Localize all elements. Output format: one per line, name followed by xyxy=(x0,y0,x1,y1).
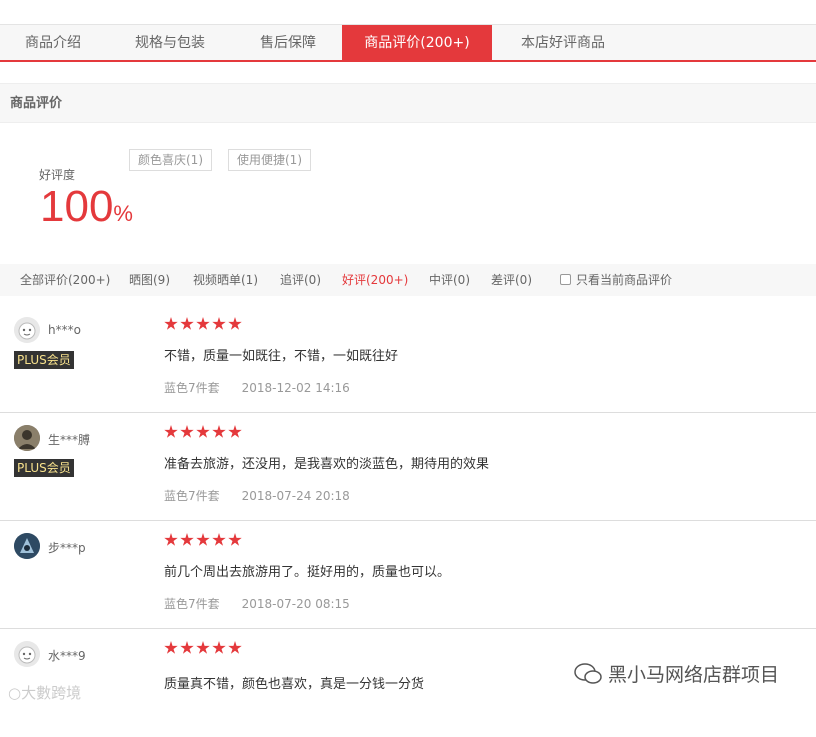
wechat-icon xyxy=(574,662,602,684)
star-icon xyxy=(228,533,242,546)
star-icon xyxy=(164,641,178,654)
username: h***o xyxy=(48,323,81,337)
review-meta: 蓝色7件套 2018-07-20 08:15 xyxy=(164,595,350,612)
plus-badge: PLUS会员 xyxy=(14,351,74,369)
username: 步***p xyxy=(48,541,86,555)
review-date: 2018-07-24 20:18 xyxy=(241,489,350,503)
product-variant: 蓝色7件套 xyxy=(164,381,220,395)
only-current-checkbox[interactable] xyxy=(560,274,571,285)
star-icon xyxy=(164,425,178,438)
star-icon xyxy=(180,425,194,438)
star-icon xyxy=(164,317,178,330)
avatar xyxy=(14,533,40,559)
filter-neutral[interactable]: 中评(0) xyxy=(429,264,470,296)
avatar xyxy=(14,425,40,451)
rating-unit: % xyxy=(113,201,133,226)
star-icon xyxy=(228,317,242,330)
watermark-right: 黑小马网络店群项目 xyxy=(574,660,779,687)
section-title: 商品评价 xyxy=(0,83,816,123)
plus-badge: PLUS会员 xyxy=(14,459,74,477)
avatar xyxy=(14,641,40,667)
watermark-left: ○大數跨境 xyxy=(8,682,81,703)
star-icon xyxy=(180,533,194,546)
default-avatar-icon xyxy=(14,317,40,343)
filter-all[interactable]: 全部评价(200+) xyxy=(20,264,110,296)
star-icon xyxy=(164,533,178,546)
rating-value: 100% xyxy=(40,184,133,237)
review-tag[interactable]: 颜色喜庆(1) xyxy=(129,149,212,171)
review-item: 生***膊 PLUS会员 准备去旅游，还没用，是我喜欢的淡蓝色，期待用的效果 蓝… xyxy=(0,413,816,521)
tab-after-sales[interactable]: 售后保障 xyxy=(234,25,342,61)
review-date: 2018-07-20 08:15 xyxy=(241,597,350,611)
tab-product-intro[interactable]: 商品介绍 xyxy=(0,25,106,61)
review-item: h***o PLUS会员 不错，质量一如既往，不错，一如既往好 蓝色7件套 201… xyxy=(0,305,816,413)
watermark-left-text: 大數跨境 xyxy=(21,684,82,702)
star-rating xyxy=(164,641,242,655)
review-text: 前几个周出去旅游用了。挺好用的，质量也可以。 xyxy=(164,565,451,580)
review-item: 步***p 前几个周出去旅游用了。挺好用的，质量也可以。 蓝色7件套 2018-0… xyxy=(0,521,816,629)
star-icon xyxy=(180,317,194,330)
filter-followup[interactable]: 追评(0) xyxy=(280,264,321,296)
star-icon xyxy=(196,425,210,438)
star-icon xyxy=(180,641,194,654)
tab-store-top-rated[interactable]: 本店好评商品 xyxy=(492,25,634,61)
filter-negative[interactable]: 差评(0) xyxy=(491,264,532,296)
star-rating xyxy=(164,533,242,547)
filter-video[interactable]: 视频晒单(1) xyxy=(193,264,258,296)
star-icon xyxy=(212,533,226,546)
filter-photos[interactable]: 晒图(9) xyxy=(129,264,170,296)
user-photo-icon xyxy=(14,533,40,559)
review-tag[interactable]: 使用便捷(1) xyxy=(228,149,311,171)
review-filter-bar: 全部评价(200+) 晒图(9) 视频晒单(1) 追评(0) 好评(200+) … xyxy=(0,264,816,296)
product-variant: 蓝色7件套 xyxy=(164,489,220,503)
review-text: 不错，质量一如既往，不错，一如既往好 xyxy=(164,349,399,364)
star-rating xyxy=(164,317,242,331)
rating-number: 100 xyxy=(40,182,114,231)
watermark-right-text: 黑小马网络店群项目 xyxy=(608,664,780,686)
star-icon xyxy=(228,641,242,654)
review-meta: 蓝色7件套 2018-07-24 20:18 xyxy=(164,487,350,504)
user-photo-icon xyxy=(14,425,40,451)
filter-positive[interactable]: 好评(200+) xyxy=(342,264,408,296)
review-meta: 蓝色7件套 2018-12-02 14:16 xyxy=(164,379,350,396)
review-text: 质量真不错，颜色也喜欢，真是一分钱一分货 xyxy=(164,677,425,692)
star-icon xyxy=(196,317,210,330)
star-icon xyxy=(212,317,226,330)
username: 水***9 xyxy=(48,649,86,663)
star-rating xyxy=(164,425,242,439)
default-avatar-icon xyxy=(14,641,40,667)
star-icon xyxy=(196,641,210,654)
watermark-logo-icon: ○ xyxy=(8,684,22,702)
rating-label: 好评度 xyxy=(39,168,76,182)
star-icon xyxy=(228,425,242,438)
tab-specs[interactable]: 规格与包装 xyxy=(106,25,234,61)
product-variant: 蓝色7件套 xyxy=(164,597,220,611)
product-tabs: 商品介绍 规格与包装 售后保障 商品评价(200+) 本店好评商品 xyxy=(0,24,816,62)
only-current-label[interactable]: 只看当前商品评价 xyxy=(576,264,672,296)
star-icon xyxy=(196,533,210,546)
star-icon xyxy=(212,425,226,438)
username: 生***膊 xyxy=(48,433,91,447)
review-text: 准备去旅游，还没用，是我喜欢的淡蓝色，期待用的效果 xyxy=(164,457,490,472)
review-date: 2018-12-02 14:16 xyxy=(241,381,350,395)
avatar xyxy=(14,317,40,343)
tab-reviews[interactable]: 商品评价(200+) xyxy=(342,25,492,61)
star-icon xyxy=(212,641,226,654)
